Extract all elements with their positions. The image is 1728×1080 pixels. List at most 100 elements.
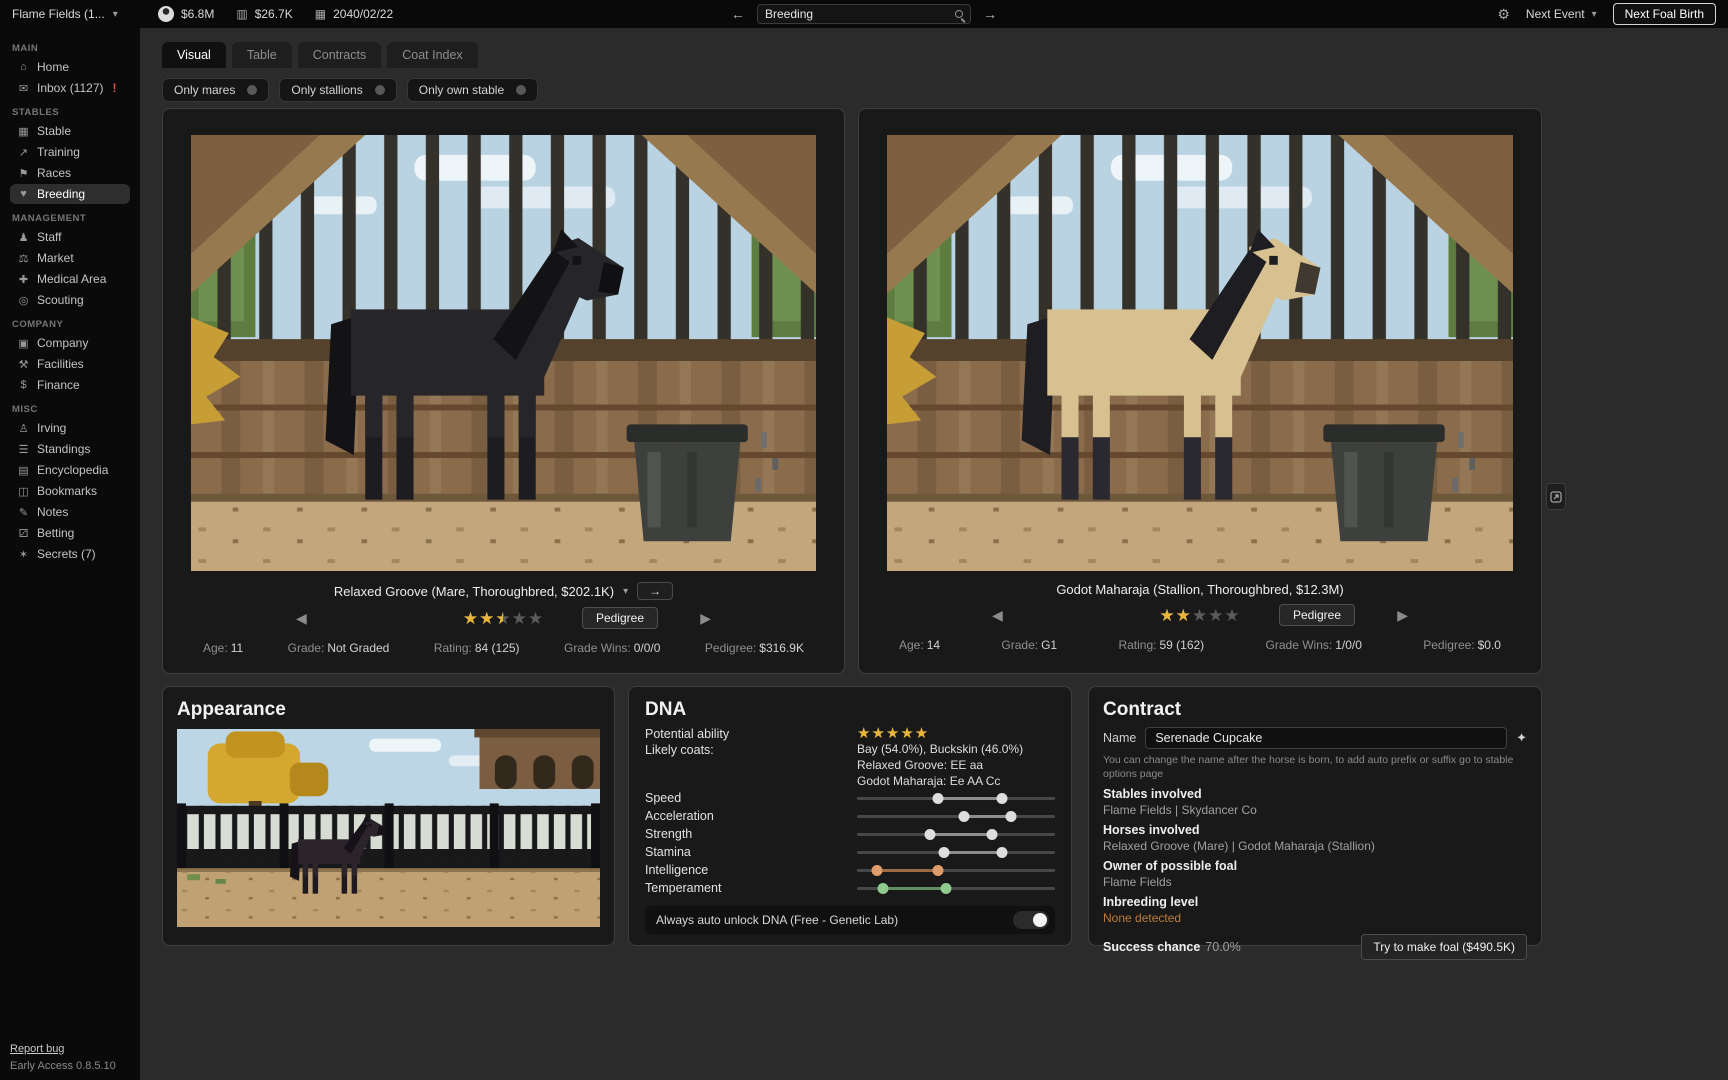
- slider-knob-high[interactable]: [996, 793, 1007, 804]
- sidebar-item-company[interactable]: ▣ Company: [10, 333, 130, 353]
- stallion-stats: Age:14 Grade:G1 Rating:59 (162) Grade Wi…: [887, 638, 1513, 652]
- stamina-range-slider[interactable]: [857, 846, 1055, 859]
- bookmarks-icon: ◫: [17, 485, 30, 498]
- page-search[interactable]: [757, 4, 971, 24]
- slider-knob-low[interactable]: [939, 847, 950, 858]
- stables-involved-value: Flame Fields | Skydancer Co: [1103, 803, 1527, 817]
- popout-icon: [1550, 491, 1562, 503]
- dna-title: DNA: [645, 699, 1055, 721]
- next-icon: ▶: [700, 610, 711, 626]
- chevron-down-icon[interactable]: ▾: [623, 586, 628, 597]
- mare-stats: Age:11 Grade:Not Graded Rating:84 (125) …: [191, 641, 816, 655]
- open-mare-button[interactable]: →: [637, 582, 673, 600]
- report-bug-link[interactable]: Report bug: [10, 1041, 116, 1058]
- sidebar-item-medical-area[interactable]: ✚ Medical Area: [10, 269, 130, 289]
- sidebar-item-secrets[interactable]: ✶ Secrets (7): [10, 544, 130, 564]
- sidebar-item-betting[interactable]: ⚂ Betting: [10, 523, 130, 543]
- previous-mare-button[interactable]: ◀: [296, 610, 307, 627]
- nav-back-button[interactable]: ←: [731, 7, 745, 21]
- sidebar-item-facilities[interactable]: ⚒ Facilities: [10, 354, 130, 374]
- coat-probability: Bay (54.0%), Buckskin (46.0%): [857, 742, 1055, 757]
- slider-knob-low[interactable]: [925, 829, 936, 840]
- success-chance-value: 70.0%: [1205, 940, 1240, 954]
- inbreeding-label: Inbreeding level: [1103, 895, 1527, 909]
- stable-selector[interactable]: Flame Fields (1... ▾: [12, 7, 136, 21]
- next-event-selector[interactable]: Next Event ▾: [1526, 7, 1597, 21]
- slider-knob-high[interactable]: [941, 883, 952, 894]
- sidebar-item-bookmarks[interactable]: ◫ Bookmarks: [10, 481, 130, 501]
- tab-bar: Visual Table Contracts Coat Index: [162, 42, 1728, 68]
- intelligence-range-slider[interactable]: [857, 864, 1055, 877]
- search-input[interactable]: [765, 7, 949, 21]
- acceleration-range-slider[interactable]: [857, 810, 1055, 823]
- stallion-genotype: Godot Maharaja: Ee AA Cc: [857, 774, 1055, 789]
- dna-stat-row: Acceleration: [645, 807, 1055, 825]
- sidebar-item-scouting[interactable]: ◎ Scouting: [10, 290, 130, 310]
- mare-title: Relaxed Groove (Mare, Thoroughbred, $202…: [334, 584, 614, 599]
- sidebar-item-stable[interactable]: ▦ Stable: [10, 121, 130, 141]
- sidebar-item-standings[interactable]: ☰ Standings: [10, 439, 130, 459]
- slider-knob-high[interactable]: [1006, 811, 1017, 822]
- finance-icon: $: [17, 379, 30, 391]
- tab-contracts[interactable]: Contracts: [298, 42, 382, 68]
- filter-only-mares[interactable]: Only mares: [162, 78, 269, 102]
- sidebar-item-home[interactable]: ⌂ Home: [10, 57, 130, 77]
- strength-range-slider[interactable]: [857, 828, 1055, 841]
- sidebar-item-training[interactable]: ↗ Training: [10, 142, 130, 162]
- collapse-panel-button[interactable]: [1546, 483, 1566, 510]
- foal-name-input[interactable]: [1145, 727, 1507, 749]
- dna-stat-row: Temperament: [645, 879, 1055, 897]
- temperament-range-slider[interactable]: [857, 882, 1055, 895]
- prev-icon: ◀: [296, 610, 307, 626]
- filter-only-stallions[interactable]: Only stallions: [279, 78, 396, 102]
- appearance-panel: Appearance: [162, 686, 615, 946]
- sidebar-item-races[interactable]: ⚑ Races: [10, 163, 130, 183]
- gear-icon[interactable]: ⚙: [1497, 6, 1510, 23]
- speed-range-slider[interactable]: [857, 792, 1055, 805]
- tab-table[interactable]: Table: [232, 42, 292, 68]
- sidebar-item-notes[interactable]: ✎ Notes: [10, 502, 130, 522]
- toggle-dot: [375, 85, 385, 95]
- sidebar-section-title: MISC: [12, 404, 128, 415]
- slider-knob-high[interactable]: [986, 829, 997, 840]
- next-mare-button[interactable]: ▶: [700, 610, 711, 627]
- stallion-panel: Godot Maharaja (Stallion, Thoroughbred, …: [858, 108, 1542, 674]
- sidebar-item-irving[interactable]: ♙ Irving: [10, 418, 130, 438]
- previous-stallion-button[interactable]: ◀: [992, 607, 1003, 624]
- randomize-name-icon[interactable]: ✦: [1516, 730, 1527, 746]
- make-foal-button[interactable]: Try to make foal ($490.5K): [1361, 934, 1527, 960]
- next-stallion-button[interactable]: ▶: [1397, 607, 1408, 624]
- slider-knob-high[interactable]: [933, 865, 944, 876]
- inbreeding-value: None detected: [1103, 911, 1527, 925]
- auto-unlock-toggle[interactable]: [1013, 911, 1049, 929]
- slider-knob-low[interactable]: [958, 811, 969, 822]
- company-icon: ▣: [17, 337, 30, 350]
- mare-star-rating: ★★★★★★★★★★: [463, 610, 544, 627]
- next-foal-birth-button[interactable]: Next Foal Birth: [1613, 3, 1716, 25]
- slider-knob-low[interactable]: [877, 883, 888, 894]
- slider-knob-low[interactable]: [933, 793, 944, 804]
- mare-pedigree-button[interactable]: Pedigree: [582, 607, 658, 629]
- breeding-page: Visual Table Contracts Coat Index Only m…: [140, 28, 1728, 1080]
- sidebar-item-encyclopedia[interactable]: ▤ Encyclopedia: [10, 460, 130, 480]
- sidebar-item-staff[interactable]: ♟ Staff: [10, 227, 130, 247]
- sidebar-item-inbox[interactable]: ✉ Inbox (1127) !: [10, 78, 130, 98]
- market-icon: ⚖: [17, 252, 30, 265]
- tab-visual[interactable]: Visual: [162, 42, 226, 68]
- nav-forward-button[interactable]: →: [983, 7, 997, 21]
- sidebar-item-market[interactable]: ⚖ Market: [10, 248, 130, 268]
- slider-knob-low[interactable]: [871, 865, 882, 876]
- filter-only-own-stable[interactable]: Only own stable: [407, 78, 538, 102]
- next-event-label: Next Event: [1526, 7, 1585, 21]
- dna-stat-row: Speed: [645, 789, 1055, 807]
- races-icon: ⚑: [17, 167, 30, 180]
- staff-icon: ♟: [17, 231, 30, 244]
- stallion-pedigree-button[interactable]: Pedigree: [1279, 604, 1355, 626]
- stable-icon: ▦: [17, 125, 30, 138]
- tab-coat-index[interactable]: Coat Index: [387, 42, 477, 68]
- sidebar-section-title: MAIN: [12, 43, 128, 54]
- horses-involved-value: Relaxed Groove (Mare) | Godot Maharaja (…: [1103, 839, 1527, 853]
- sidebar-item-breeding[interactable]: ♥ Breeding: [10, 184, 130, 204]
- sidebar-item-finance[interactable]: $ Finance: [10, 375, 130, 395]
- slider-knob-high[interactable]: [996, 847, 1007, 858]
